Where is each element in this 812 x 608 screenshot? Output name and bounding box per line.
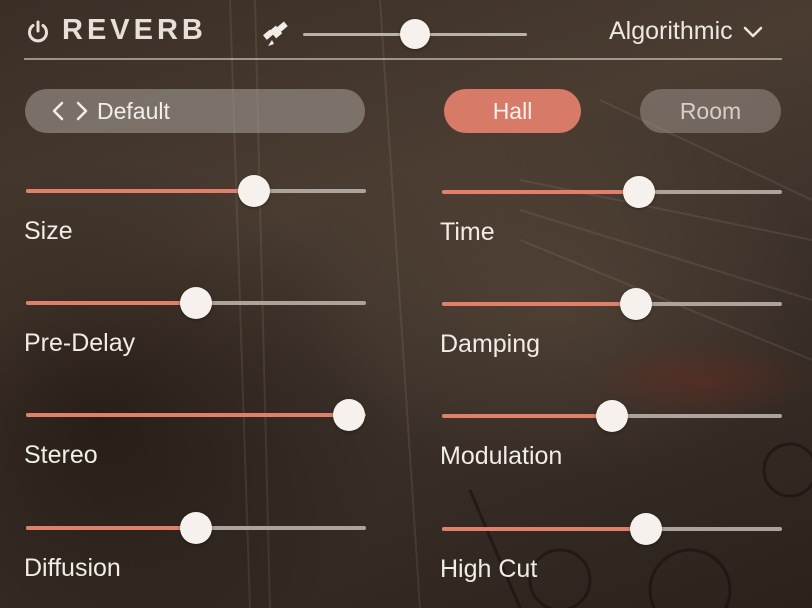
- room-button[interactable]: Room: [640, 89, 781, 133]
- satellite-icon: [263, 21, 288, 46]
- param-diffusion: Diffusion: [24, 512, 366, 606]
- power-icon[interactable]: [26, 20, 50, 44]
- param-label: Stereo: [24, 441, 98, 469]
- param-label: Modulation: [440, 442, 563, 470]
- hall-button[interactable]: Hall: [444, 89, 581, 133]
- param-label: Time: [440, 218, 495, 246]
- size-slider[interactable]: [26, 175, 366, 207]
- slider-knob[interactable]: [180, 287, 212, 319]
- param-pre-delay: Pre-Delay: [24, 287, 366, 381]
- mix-slider[interactable]: [303, 19, 527, 49]
- param-high-cut: High Cut: [440, 513, 782, 607]
- slider-fill: [26, 413, 349, 417]
- param-label: Damping: [440, 330, 541, 358]
- slider-fill: [26, 301, 196, 305]
- modulation-slider[interactable]: [442, 400, 782, 432]
- param-modulation: Modulation: [440, 400, 782, 494]
- slider-knob[interactable]: [623, 176, 656, 208]
- chevron-left-icon[interactable]: [51, 100, 65, 122]
- param-size: Size: [24, 175, 366, 269]
- param-stereo: Stereo: [24, 399, 366, 493]
- param-label: High Cut: [440, 555, 538, 583]
- pre-delay-slider[interactable]: [26, 287, 366, 319]
- slider-knob[interactable]: [596, 400, 628, 432]
- preset-name: Default: [97, 97, 170, 124]
- slider-fill: [442, 302, 636, 306]
- slider-knob[interactable]: [619, 288, 652, 320]
- chevron-down-icon: [743, 26, 762, 37]
- slider-knob[interactable]: [237, 175, 270, 207]
- chevron-right-icon[interactable]: [75, 100, 89, 122]
- stereo-slider[interactable]: [26, 399, 366, 431]
- slider-fill: [442, 414, 612, 418]
- mix-slider-knob[interactable]: [400, 19, 430, 49]
- slider-knob[interactable]: [630, 513, 662, 545]
- mode-dropdown[interactable]: Algorithmic: [609, 17, 763, 46]
- diffusion-slider[interactable]: [26, 512, 366, 544]
- slider-knob[interactable]: [180, 512, 212, 544]
- slider-fill: [26, 189, 254, 193]
- damping-slider[interactable]: [442, 288, 782, 320]
- preset-selector[interactable]: Default: [25, 89, 365, 133]
- slider-knob[interactable]: [333, 399, 365, 431]
- plugin-title: REVERB: [62, 14, 207, 46]
- param-label: Size: [24, 217, 73, 245]
- mode-dropdown-label: Algorithmic: [609, 17, 733, 45]
- param-label: Diffusion: [24, 554, 121, 582]
- time-slider[interactable]: [442, 176, 782, 208]
- header-bar: REVERB Algorithmic: [24, 0, 782, 60]
- param-damping: Damping: [440, 288, 782, 382]
- slider-fill: [442, 190, 640, 194]
- slider-fill: [442, 527, 646, 531]
- slider-fill: [26, 526, 196, 530]
- param-label: Pre-Delay: [24, 329, 136, 357]
- param-time: Time: [440, 176, 782, 270]
- high-cut-slider[interactable]: [442, 513, 782, 545]
